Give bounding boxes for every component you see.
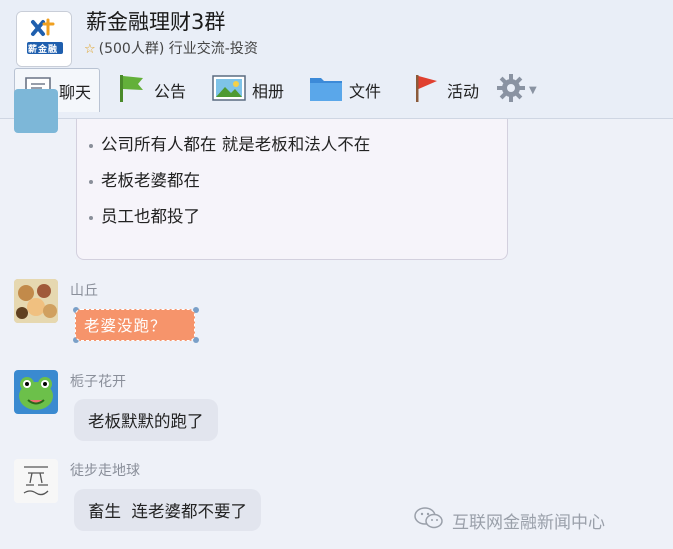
message-line: 老板老婆都在: [89, 167, 200, 191]
tab-more-settings[interactable]: ▼: [495, 68, 537, 112]
avatar[interactable]: [14, 459, 58, 503]
avatar[interactable]: [14, 89, 58, 133]
tab-files-label: 文件: [349, 82, 382, 101]
tab-activity-label: 活动: [447, 82, 480, 101]
message-bubble: 公司所有人都在 就是老板和法人不在 老板老婆都在 员工也都投了: [76, 119, 508, 260]
avatar[interactable]: [14, 370, 58, 414]
sender-name: 山丘: [70, 283, 98, 299]
folder-icon: [309, 73, 343, 107]
tab-announcement[interactable]: 公告: [116, 68, 186, 112]
tab-album[interactable]: 相册: [212, 68, 284, 112]
sender-name: 徒步走地球: [70, 463, 140, 479]
message-bubble: 老板默默的跑了: [74, 399, 218, 441]
group-logo[interactable]: 薪金融: [16, 11, 72, 67]
tab-chat-label: 聊天: [59, 82, 92, 102]
group-category: 行业交流-投资: [168, 41, 258, 57]
tab-files[interactable]: 文件: [309, 68, 381, 112]
group-member-count: (500人群): [98, 41, 165, 57]
chat-area[interactable]: 公司所有人都在 就是老板和法人不在 老板老婆都在 员工也都投了 山丘 老婆没跑？…: [0, 89, 673, 549]
message-bubble: 老婆没跑？: [70, 304, 201, 346]
message-line: 员工也都投了: [89, 203, 200, 227]
group-info: ☆ (500人群) 行业交流-投资: [84, 38, 258, 58]
tab-announcement-label: 公告: [154, 82, 187, 101]
wechat-icon: [414, 506, 444, 535]
message-text: 老板默默的跑了: [88, 412, 204, 431]
tab-album-label: 相册: [252, 82, 285, 101]
group-tabs: 聊天 公告 相册 文件 活动 ▼: [0, 68, 673, 114]
group-name: 薪金融理财3群: [86, 10, 226, 34]
pennant-icon: [411, 72, 441, 108]
message-bubble: 畜生 连老婆都不要了: [74, 489, 261, 531]
group-logo-text: 薪金融: [28, 45, 59, 55]
gear-icon: [495, 72, 527, 108]
star-icon: ☆: [84, 42, 96, 57]
watermark: 互联网金融新闻中心: [414, 506, 605, 535]
tab-activity[interactable]: 活动: [411, 68, 479, 112]
watermark-text: 互联网金融新闻中心: [452, 513, 605, 533]
message-text: 畜生 连老婆都不要了: [88, 502, 247, 521]
photo-icon: [212, 74, 246, 106]
group-logo-graphic: [17, 12, 71, 66]
chevron-down-icon: ▼: [529, 84, 537, 96]
avatar[interactable]: [14, 279, 58, 323]
sender-name: 栀子花开: [70, 374, 126, 390]
message-text: 老婆没跑？: [75, 309, 195, 341]
group-header: 薪金融 薪金融理财3群 ☆ (500人群) 行业交流-投资 聊天 公告 相册 文…: [0, 0, 673, 119]
flag-icon: [116, 72, 148, 108]
message-line: 公司所有人都在 就是老板和法人不在: [89, 131, 370, 155]
